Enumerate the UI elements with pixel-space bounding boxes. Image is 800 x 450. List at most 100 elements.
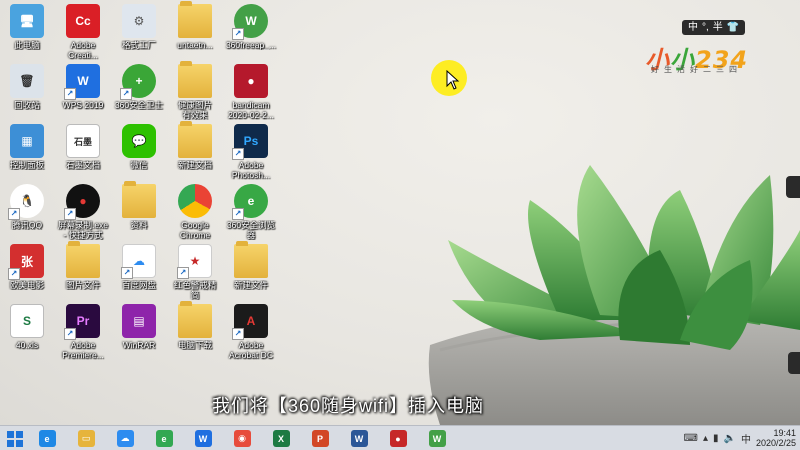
desktop-icon-baidu[interactable]: ☁百度网盘	[111, 244, 167, 304]
desktop-icon-label: 360安全浏览 器	[226, 220, 276, 240]
desktop-icon-folder[interactable]: 图片文件	[55, 241, 111, 304]
taskbar-chrome-button[interactable]: ◉	[228, 428, 256, 449]
taskbar-baidu-netdisk-button[interactable]: ☁	[111, 428, 139, 449]
folder-icon	[178, 1, 212, 38]
desktop-icon-winrar[interactable]: ▤ WinRAR	[111, 304, 167, 364]
taskbar-ie-button[interactable]: e	[33, 428, 61, 449]
desktop-icon-pc[interactable]: 🖥 此电脑	[0, 4, 55, 64]
desktop-icon-format-factory[interactable]: ⚙ 格式工厂	[111, 4, 167, 64]
folder-icon	[178, 301, 212, 338]
360-browser-icon: e	[155, 430, 173, 447]
desktop-icon-label: Google Chrome	[179, 220, 211, 240]
pr-icon: Pr	[64, 304, 100, 340]
desktop-icon-label: 回收站	[14, 100, 40, 110]
clock-date: 2020/2/25	[755, 438, 796, 448]
ime-indicator[interactable]: 中	[741, 431, 751, 446]
desktop-icon-label: 欧美电影	[9, 280, 44, 290]
word-icon: W	[350, 430, 368, 447]
desktop-icon-recorder[interactable]: ●屏幕录制.exe - 快捷方式	[55, 184, 111, 244]
desktop-icon-label: 此电脑	[14, 40, 40, 50]
taskbar-360-browser-button[interactable]: e	[150, 428, 178, 449]
desktop-icon-redalert[interactable]: ★红色警戒精 简	[167, 244, 223, 304]
desktop-icon-label: bandicam 2020-02-2...	[228, 100, 274, 120]
desktop-icon-folder[interactable]: 新建文档	[167, 121, 223, 184]
desktop-icon-folder[interactable]: 新建文件	[223, 241, 279, 304]
desktop-icon-qq[interactable]: 🐧腾讯QQ	[0, 184, 55, 244]
desktop-icon-wps[interactable]: WWPS 2019	[55, 64, 111, 124]
explorer-icon: ▭	[77, 430, 95, 447]
desktop-icon-recycle[interactable]: 🗑 回收站	[0, 64, 55, 124]
desktop-icon-label: 新建文件	[233, 280, 268, 290]
clock-time: 19:41	[773, 428, 796, 438]
format-factory-icon: ⚙	[122, 4, 156, 38]
bandicam-icon: ●	[234, 64, 268, 98]
recorder-icon: ●	[389, 430, 407, 447]
desktop-icon-folder[interactable]: 健康图片 有效果	[167, 61, 223, 124]
desktop-icon-folder[interactable]: 资料	[111, 181, 167, 244]
ime-skin-icon[interactable]: 👕	[727, 20, 739, 35]
ime-punct[interactable]: °,	[702, 20, 709, 35]
desktop-icon-label: Adobe Creati...	[68, 40, 98, 60]
tray-overflow-icon[interactable]: ▴	[703, 433, 708, 444]
start-button[interactable]	[2, 428, 28, 449]
taskbar-360-wifi-button[interactable]: W	[423, 428, 451, 449]
desktop-icon-folder[interactable]: 电脑下载	[167, 301, 223, 364]
taskbar-excel-button[interactable]: X	[267, 428, 295, 449]
clock[interactable]: 19:41 2020/2/25	[756, 428, 796, 448]
taskbar-wps-button[interactable]: W	[189, 428, 217, 449]
pc-icon: 🖥	[10, 4, 44, 38]
winrar-icon: ▤	[122, 304, 156, 338]
desktop-icon-label: 红色警戒精 简	[173, 280, 217, 300]
desktop-icon-360[interactable]: +360安全卫士	[111, 64, 167, 124]
folder-icon	[234, 241, 268, 278]
logo-slogan: 好生活好二三四	[651, 65, 742, 74]
powerpoint-icon: P	[311, 430, 329, 447]
network-icon[interactable]: ▮	[713, 433, 719, 444]
desktop-icon-wifi[interactable]: W360freeap_...	[223, 4, 279, 64]
desktop-icon-label: Adobe Premiere...	[62, 340, 104, 360]
desktop-icon-label: 资料	[130, 220, 148, 230]
desktop-icon-wechat[interactable]: 💬 微信	[111, 124, 167, 184]
desktop-icon-ps[interactable]: PsAdobe Photosh...	[223, 124, 279, 184]
taskbar-powerpoint-button[interactable]: P	[306, 428, 334, 449]
ime-toolbar[interactable]: 中 °, 半 👕	[682, 20, 746, 35]
keyboard-icon[interactable]: ⌨	[684, 433, 698, 444]
desktop[interactable]: 🖥 此电脑 CcAdobe Creati...⚙格式工厂 untaetn... W360…	[0, 0, 800, 425]
wechat-icon: 💬	[122, 124, 156, 158]
desktop-icon-acrobat[interactable]: AAdobe Acrobat DC	[223, 304, 279, 364]
ie-icon: e	[38, 430, 56, 447]
desktop-icon-adobe-cc[interactable]: Cc Adobe Creati...	[55, 4, 111, 64]
floating-widget-lower[interactable]	[788, 352, 800, 374]
excel-icon: X	[272, 430, 290, 447]
ime-width[interactable]: 半	[713, 20, 723, 35]
desktop-icon-control[interactable]: ▦ 控制面板	[0, 124, 55, 184]
desktop-icon-label: 微信	[130, 160, 148, 170]
windows-logo-icon	[7, 430, 23, 447]
control-icon: ▦	[10, 124, 44, 158]
ime-mode[interactable]: 中	[688, 20, 698, 35]
desktop-icon-shimo[interactable]: 石墨 石墨文档	[55, 124, 111, 184]
desktop-icon-pr[interactable]: PrAdobe Premiere...	[55, 304, 111, 364]
desktop-icon-label: untaetn...	[177, 40, 213, 50]
taskbar-explorer-button[interactable]: ▭	[72, 428, 100, 449]
volume-icon[interactable]: 🔈	[724, 433, 736, 444]
desktop-icon-label: 石墨文档	[65, 160, 100, 170]
system-tray: ⌨ ▴ ▮ 🔈 中 19:41 2020/2/25	[684, 426, 800, 450]
desktop-icon-label: 40.xls	[15, 340, 39, 350]
desktop-icon-folder[interactable]: untaetn...	[167, 1, 223, 64]
baidu-netdisk-icon: ☁	[116, 430, 134, 447]
taskbar-word-button[interactable]: W	[345, 428, 373, 449]
desktop-icon-label: Adobe Photosh...	[231, 160, 271, 180]
taskbar-recorder-button[interactable]: ●	[384, 428, 412, 449]
desktop-icon-label: WPS 2019	[62, 100, 104, 110]
desktop-icon-label: 电脑下载	[177, 340, 212, 350]
mouse-pointer-icon	[446, 70, 460, 90]
desktop-icon-xls[interactable]: S 40.xls	[0, 304, 55, 364]
wps-icon: W	[194, 430, 212, 447]
desktop-icon-label: 腾讯QQ	[11, 220, 43, 230]
floating-widget[interactable]	[786, 176, 800, 198]
desktop-icon-bandicam[interactable]: ● bandicam 2020-02-2...	[223, 64, 279, 124]
desktop-icon-chrome[interactable]: Google Chrome	[167, 184, 223, 244]
desktop-icon-movie[interactable]: 张欧美电影	[0, 244, 55, 304]
desktop-icon-360browser[interactable]: e360安全浏览 器	[223, 184, 279, 244]
